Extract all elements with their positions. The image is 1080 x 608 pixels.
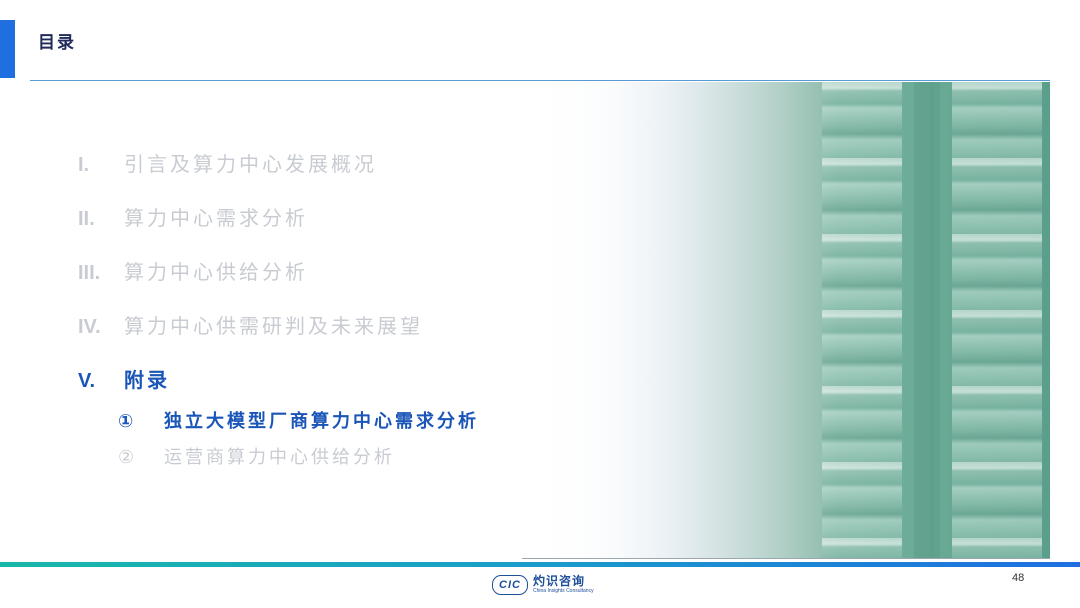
- toc-item-label: 算力中心供需研判及未来展望: [124, 314, 423, 338]
- toc-item-appendix[interactable]: V. 附录: [78, 364, 170, 393]
- toc-subitem-model-vendor-demand[interactable]: ① 独立大模型厂商算力中心需求分析: [118, 407, 479, 433]
- toc-subitem-operator-supply[interactable]: ② 运营商算力中心供给分析: [118, 443, 395, 469]
- server-rack-image: [522, 82, 1050, 559]
- toc-item-label: 算力中心供给分析: [124, 260, 308, 284]
- toc-item-number: IV.: [78, 316, 101, 338]
- logo-chinese-name: 灼识咨询: [533, 574, 586, 588]
- toc-subitem-number: ①: [118, 411, 134, 432]
- toc-subitem-label: 独立大模型厂商算力中心需求分析: [164, 411, 479, 432]
- toc-item-introduction[interactable]: I. 引言及算力中心发展概况: [78, 148, 377, 177]
- logo-english-name: China Insights Consultancy: [533, 588, 594, 594]
- toc-item-number: III.: [78, 262, 101, 284]
- toc-item-number: I.: [78, 154, 90, 176]
- toc-item-number: V.: [78, 370, 96, 392]
- toc-subitem-number: ②: [118, 447, 135, 468]
- logo-mark: CIC: [492, 575, 528, 595]
- page-title: 目录: [38, 33, 76, 53]
- toc-item-label: 算力中心需求分析: [124, 206, 308, 230]
- toc-item-label: 附录: [124, 368, 170, 392]
- toc-item-demand-analysis[interactable]: II. 算力中心需求分析: [78, 202, 308, 231]
- footer-gradient-band: [0, 562, 1080, 567]
- toc-item-supply-analysis[interactable]: III. 算力中心供给分析: [78, 256, 308, 285]
- header-divider: [30, 80, 1050, 81]
- page-number: 48: [1012, 572, 1025, 584]
- toc-subitem-label: 运营商算力中心供给分析: [164, 447, 395, 468]
- left-accent-bar: [0, 20, 15, 78]
- company-logo: CIC 灼识咨询 China Insights Consultancy: [492, 575, 594, 595]
- toc-item-label: 引言及算力中心发展概况: [124, 152, 377, 176]
- toc-item-outlook[interactable]: IV. 算力中心供需研判及未来展望: [78, 310, 423, 339]
- toc-item-number: II.: [78, 208, 95, 230]
